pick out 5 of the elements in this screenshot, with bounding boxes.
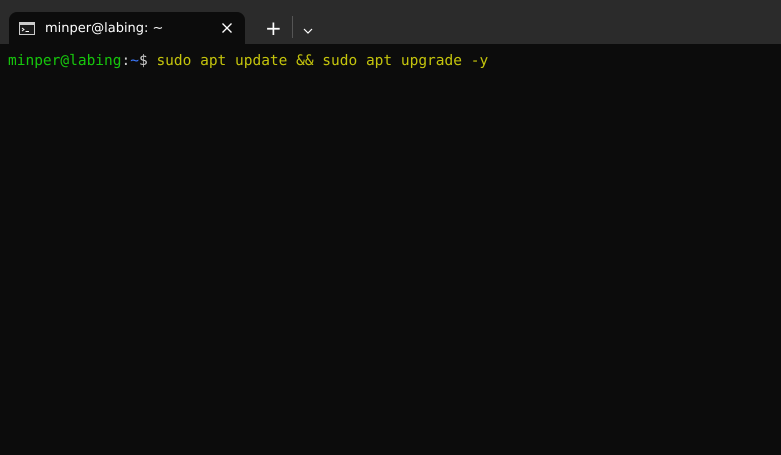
terminal-icon (19, 22, 35, 34)
tab-title: minper@labing: ~ (45, 20, 164, 36)
new-tab-button[interactable]: + (261, 17, 286, 39)
command-line: minper@labing:~$ sudo apt update && sudo apt upgrade -y (8, 52, 490, 71)
terminal-tab[interactable]: minper@labing: ~ (9, 12, 245, 44)
